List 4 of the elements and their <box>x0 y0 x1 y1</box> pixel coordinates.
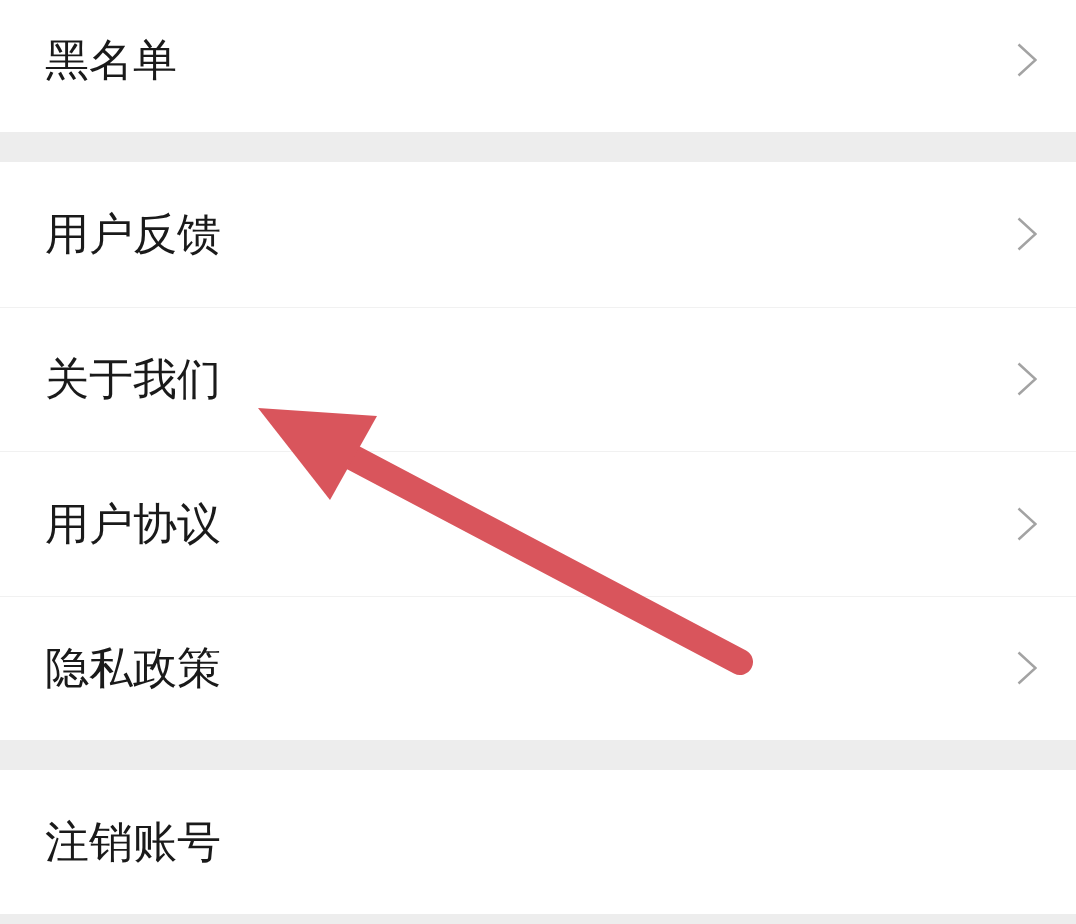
settings-item[interactable]: 用户反馈 <box>0 162 1076 307</box>
settings-item[interactable]: 黑名单 <box>0 0 1076 132</box>
settings-item[interactable]: 注销账号 <box>0 770 1076 914</box>
settings-item[interactable]: 隐私政策 <box>0 595 1076 740</box>
